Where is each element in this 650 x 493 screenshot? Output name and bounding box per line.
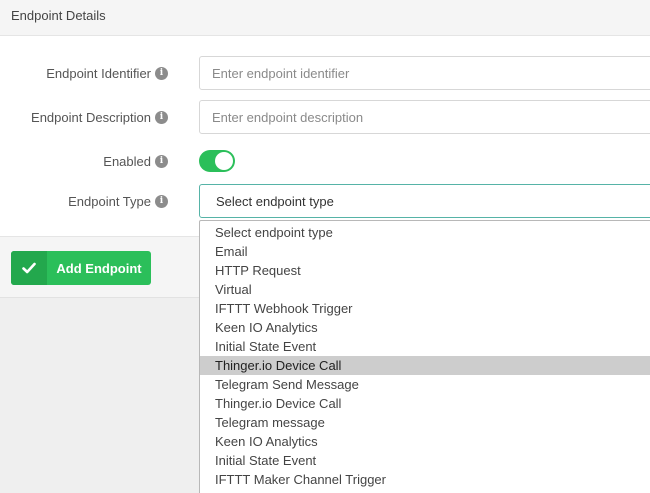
description-label-group: Endpoint Description i — [31, 100, 168, 134]
dropdown-option[interactable]: Email — [200, 242, 650, 261]
endpoint-type-select[interactable]: Select endpoint type — [199, 184, 650, 218]
dropdown-option[interactable]: Keen IO Analytics — [200, 318, 650, 337]
identifier-label-group: Endpoint Identifier i — [46, 56, 168, 90]
description-label: Endpoint Description — [31, 109, 151, 125]
identifier-row: Endpoint Identifier i — [0, 56, 650, 90]
info-icon[interactable]: i — [155, 154, 168, 168]
panel-title: Endpoint Details — [11, 8, 106, 23]
dropdown-option[interactable]: Select endpoint type — [200, 223, 650, 242]
dropdown-option[interactable]: Thinger.io Device Call — [200, 356, 650, 375]
dropdown-option[interactable]: Thinger.io Device Call — [200, 394, 650, 413]
check-icon — [11, 251, 47, 285]
info-icon[interactable]: i — [155, 110, 168, 124]
type-label: Endpoint Type — [68, 193, 151, 209]
type-label-group: Endpoint Type i — [68, 184, 168, 218]
dropdown-option[interactable]: Telegram message — [200, 413, 650, 432]
dropdown-option[interactable]: IFTTT Webhook Trigger — [200, 299, 650, 318]
panel-header: Endpoint Details — [0, 0, 650, 36]
enabled-label-group: Enabled i — [103, 144, 168, 178]
add-endpoint-label: Add Endpoint — [56, 260, 142, 276]
dropdown-option[interactable]: Keen IO Analytics — [200, 432, 650, 451]
enabled-row: Enabled i — [0, 144, 650, 178]
endpoint-form: Endpoint Identifier i Endpoint Descripti… — [0, 36, 650, 236]
endpoint-description-input[interactable] — [199, 100, 650, 134]
selected-value: Select endpoint type — [216, 193, 334, 209]
dropdown-option[interactable]: Initial State Event — [200, 451, 650, 470]
description-row: Endpoint Description i — [0, 100, 650, 134]
dropdown-option[interactable]: Telegram Send Message — [200, 375, 650, 394]
add-endpoint-button[interactable]: Add Endpoint — [11, 251, 151, 285]
dropdown-option[interactable]: IFTTT Maker Channel Trigger — [200, 470, 650, 489]
info-icon[interactable]: i — [155, 194, 168, 208]
endpoint-type-dropdown[interactable]: Select endpoint type Email HTTP Request Vir… — [199, 220, 650, 493]
info-icon[interactable]: i — [155, 66, 168, 80]
enabled-toggle[interactable] — [199, 150, 235, 172]
endpoint-identifier-input[interactable] — [199, 56, 650, 90]
identifier-label: Endpoint Identifier — [46, 65, 151, 81]
dropdown-option[interactable]: Initial State Event — [200, 337, 650, 356]
type-row: Endpoint Type i Select endpoint type — [0, 184, 650, 218]
enabled-label: Enabled — [103, 153, 151, 169]
toggle-knob — [215, 152, 233, 170]
dropdown-option[interactable]: Virtual — [200, 280, 650, 299]
dropdown-option[interactable]: HTTP Request — [200, 261, 650, 280]
